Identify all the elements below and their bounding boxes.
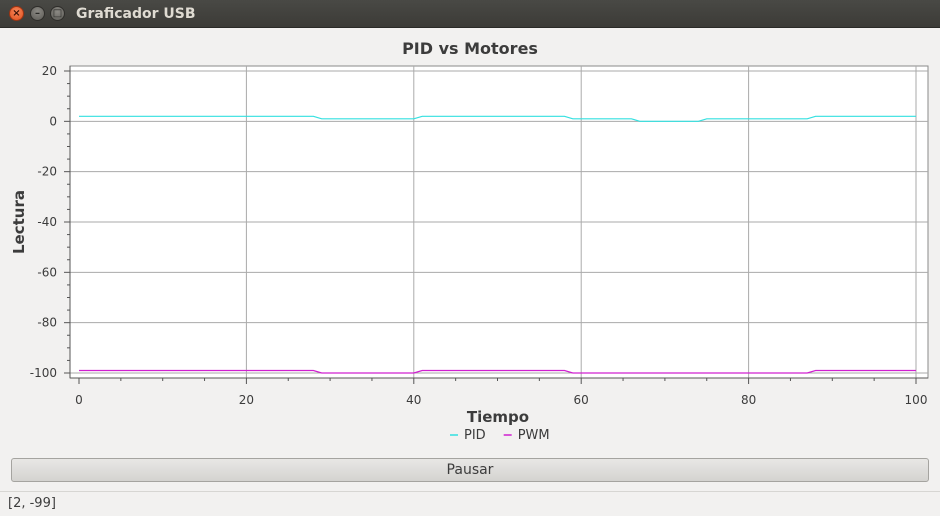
y-tick-label: -80 bbox=[37, 316, 57, 330]
x-tick-label: 60 bbox=[574, 393, 589, 407]
plot-area[interactable]: PID vs Motores 20 0 -20 -40 -60 -80 -100 0 20 40 60… bbox=[0, 28, 940, 458]
close-icon[interactable]: × bbox=[9, 6, 24, 21]
legend-label-pwm: PWM bbox=[518, 428, 550, 443]
y-tick-label: 0 bbox=[49, 114, 57, 128]
pause-button[interactable]: Pausar bbox=[11, 458, 929, 482]
y-tick-label: -40 bbox=[37, 215, 57, 229]
window-title: Graficador USB bbox=[76, 6, 196, 22]
x-tick-label: 0 bbox=[75, 393, 83, 407]
cursor-readout: [2, -99] bbox=[8, 496, 56, 511]
y-tick-label: 20 bbox=[42, 64, 57, 78]
title-bar: × – □ Graficador USB bbox=[0, 0, 940, 28]
chart-title: PID vs Motores bbox=[402, 39, 538, 58]
x-tick-label: 100 bbox=[905, 393, 928, 407]
y-tick-label: -20 bbox=[37, 165, 57, 179]
minimize-icon[interactable]: – bbox=[30, 6, 45, 21]
x-axis-label: Tiempo bbox=[467, 408, 529, 426]
y-tick-label: -100 bbox=[30, 366, 57, 380]
x-tick-label: 40 bbox=[406, 393, 421, 407]
status-bar: [2, -99] bbox=[0, 491, 940, 516]
x-tick-label: 20 bbox=[239, 393, 254, 407]
x-tick-label: 80 bbox=[741, 393, 756, 407]
legend-label-pid: PID bbox=[464, 428, 486, 443]
chart-canvas[interactable]: PID vs Motores 20 0 -20 -40 -60 -80 -100 0 20 40 60… bbox=[0, 28, 940, 458]
y-tick-label: -60 bbox=[37, 265, 57, 279]
y-axis-label: Lectura bbox=[10, 190, 28, 254]
maximize-icon[interactable]: □ bbox=[50, 6, 65, 21]
